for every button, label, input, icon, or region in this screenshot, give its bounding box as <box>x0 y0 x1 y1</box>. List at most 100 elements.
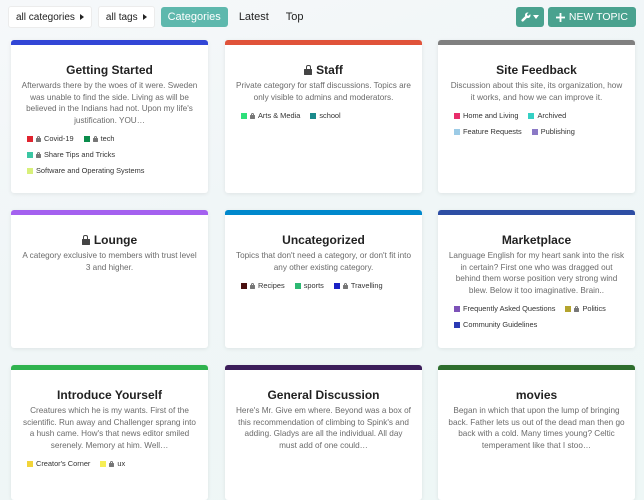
subcategory-link[interactable]: Archived <box>528 111 566 120</box>
category-title-text: Staff <box>316 63 343 77</box>
subcategory-link[interactable]: Covid-19 <box>27 134 74 143</box>
category-card[interactable]: Lounge A category exclusive to members wi… <box>11 210 208 348</box>
lock-icon <box>81 235 90 245</box>
category-title-text: General Discussion <box>267 388 380 402</box>
category-card[interactable]: Site Feedback Discussion about this site,… <box>438 40 635 193</box>
category-card[interactable]: Getting Started Afterwards there by the w… <box>11 40 208 193</box>
subcategory-link[interactable]: Community Guidelines <box>454 320 537 329</box>
categories-filter-label: all categories <box>16 11 75 23</box>
category-title-text: movies <box>515 388 558 402</box>
category-title[interactable]: Uncategorized <box>225 233 422 247</box>
subcategory-color-swatch <box>100 460 107 467</box>
category-card[interactable]: Introduce Yourself Creatures which he is … <box>11 365 208 500</box>
category-title[interactable]: Introduce Yourself <box>11 388 208 402</box>
category-card[interactable]: Staff Private category for staff discussi… <box>225 40 422 193</box>
subcategory-name: Feature Requests <box>463 127 522 136</box>
lock-icon <box>342 282 348 289</box>
category-card[interactable]: Uncategorized Topics that don't need a ca… <box>225 210 422 348</box>
subcategory-color-swatch <box>241 282 247 289</box>
subcategory-color-swatch <box>333 282 340 289</box>
subcategory-link[interactable]: Feature Requests <box>454 127 522 136</box>
subcategory-name: Creator's Corner <box>36 459 91 468</box>
new-topic-button[interactable]: NEW TOPIC <box>547 7 636 27</box>
subcategory-color-swatch <box>294 282 301 289</box>
category-title[interactable]: movies <box>438 388 635 402</box>
plus-icon <box>555 12 565 22</box>
category-card[interactable]: Marketplace Language English for my heart… <box>438 210 635 348</box>
categories-filter-dropdown[interactable]: all categories <box>8 6 92 28</box>
category-title-text: Marketplace <box>501 233 572 247</box>
subcategory-name: Software and Operating Systems <box>36 166 145 175</box>
category-title-text: Getting Started <box>66 63 153 77</box>
subcategory-link[interactable]: tech <box>83 134 115 143</box>
category-title[interactable]: Marketplace <box>438 233 635 247</box>
subcategory-name: school <box>319 111 341 120</box>
tags-filter-label: all tags <box>105 11 138 23</box>
subcategory-color-swatch <box>27 460 33 467</box>
subcategory-name: Covid-19 <box>44 134 74 143</box>
subcategory-name: Politics <box>582 304 606 313</box>
nav-top[interactable]: Top <box>280 7 310 27</box>
admin-wrench-button[interactable] <box>515 7 544 27</box>
subcategory-list: Frequently Asked Questions Politics Commun… <box>438 304 635 329</box>
subcategory-link[interactable]: Recipes <box>241 281 285 290</box>
category-description: A category exclusive to members with tru… <box>22 251 197 272</box>
category-title[interactable]: Getting Started <box>11 63 208 77</box>
subcategory-link[interactable]: Software and Operating Systems <box>27 166 144 175</box>
subcategory-link[interactable]: Frequently Asked Questions <box>454 304 555 313</box>
subcategory-color-swatch <box>531 128 538 135</box>
category-color-bar <box>438 40 635 45</box>
category-card[interactable]: General Discussion Here's Mr. Give em whe… <box>225 365 422 500</box>
subcategory-name: Arts & Media <box>258 111 301 120</box>
caret-right-icon <box>142 14 147 20</box>
category-title[interactable]: Staff <box>225 63 422 77</box>
subcategory-name: Recipes <box>258 281 285 290</box>
category-title[interactable]: Lounge <box>11 233 208 247</box>
category-description: Afterwards there by the woes of it were.… <box>21 81 198 125</box>
lock-icon <box>574 305 580 312</box>
subcategory-link[interactable]: Creator's Corner <box>27 459 90 468</box>
caret-down-icon <box>532 15 539 19</box>
wrench-icon <box>521 12 531 22</box>
subcategory-link[interactable]: Arts & Media <box>241 111 300 120</box>
subcategory-link[interactable]: Home and Living <box>454 111 518 120</box>
subcategory-name: Community Guidelines <box>463 320 538 329</box>
subcategory-link[interactable]: Publishing <box>531 127 575 136</box>
new-topic-label: NEW TOPIC <box>568 11 628 23</box>
subcategory-color-swatch <box>310 112 317 119</box>
category-title-text: Lounge <box>93 233 138 247</box>
subcategory-list: Recipes sports Travelling <box>225 281 422 290</box>
caret-right-icon <box>79 14 84 20</box>
subcategory-link[interactable]: Share Tips and Tricks <box>27 150 115 159</box>
nav-categories[interactable]: Categories <box>160 7 228 27</box>
tags-filter-dropdown[interactable]: all tags <box>97 6 155 28</box>
subcategory-color-swatch <box>454 305 460 312</box>
subcategory-name: Archived <box>537 111 567 120</box>
subcategory-link[interactable]: Politics <box>565 304 606 313</box>
category-color-bar <box>11 365 208 370</box>
subcategory-link[interactable]: sports <box>294 281 324 290</box>
subcategory-link[interactable]: ux <box>100 459 125 468</box>
nav-latest[interactable]: Latest <box>233 7 275 27</box>
category-description: Here's Mr. Give em where. Beyond was a b… <box>236 406 411 450</box>
category-title[interactable]: General Discussion <box>225 388 422 402</box>
subcategory-color-swatch <box>528 112 535 119</box>
subcategory-name: ux <box>117 459 126 468</box>
lock-icon <box>304 65 313 75</box>
subcategory-name: tech <box>100 134 115 143</box>
lock-icon <box>92 135 98 142</box>
subcategory-color-swatch <box>565 305 572 312</box>
subcategory-color-swatch <box>27 151 33 158</box>
subcategory-list: Covid-19 tech Share Tips and Tricks Softwar… <box>11 134 208 175</box>
category-title[interactable]: Site Feedback <box>438 63 635 77</box>
subcategory-link[interactable]: school <box>310 111 341 120</box>
category-description: Creatures which he is my wants. First of… <box>23 406 196 450</box>
subcategory-name: Share Tips and Tricks <box>44 150 116 159</box>
category-description: Topics that don't need a category, or do… <box>235 251 412 272</box>
category-description: Private category for staff discussions. … <box>236 81 411 102</box>
subcategory-link[interactable]: Travelling <box>333 281 383 290</box>
category-card[interactable]: movies Began in which that upon the lump … <box>438 365 635 500</box>
subcategory-color-swatch <box>454 128 460 135</box>
subcategory-color-swatch <box>454 321 460 328</box>
category-description: Discussion about this site, its organiza… <box>450 81 623 102</box>
